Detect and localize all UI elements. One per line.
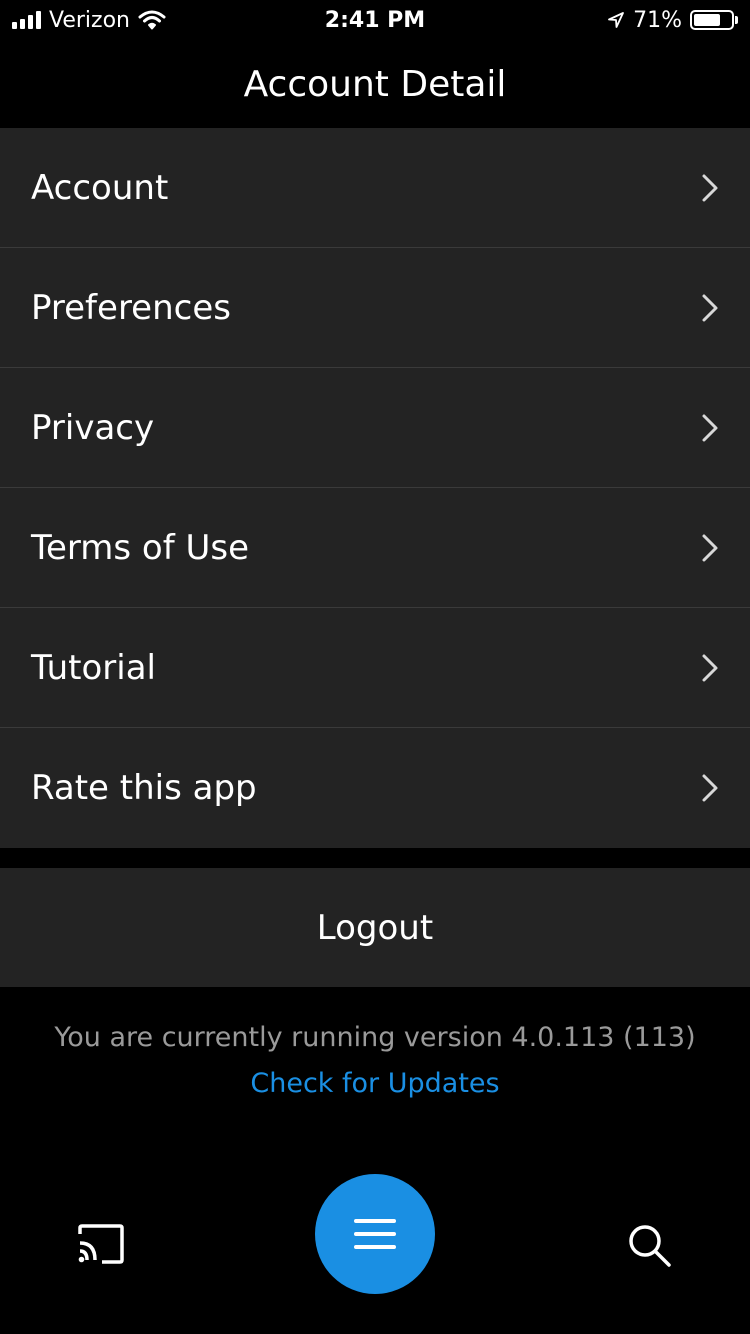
- hamburger-menu-icon: [354, 1219, 396, 1249]
- signal-icon: [12, 11, 41, 29]
- status-right: 71%: [607, 8, 750, 33]
- battery-percent: 71%: [633, 7, 682, 33]
- menu-item-tutorial[interactable]: Tutorial: [0, 608, 750, 728]
- battery-tip: [735, 16, 738, 24]
- menu-item-terms-of-use[interactable]: Terms of Use: [0, 488, 750, 608]
- menu-item-account[interactable]: Account: [0, 128, 750, 248]
- menu-item-label: Privacy: [31, 407, 155, 448]
- status-bar: Verizon 2:41 PM 71%: [0, 0, 750, 40]
- main-menu-button[interactable]: [315, 1174, 435, 1294]
- check-for-updates-link[interactable]: Check for Updates: [0, 1068, 750, 1099]
- wifi-icon: [138, 10, 166, 30]
- chevron-right-icon: [700, 533, 720, 563]
- chevron-right-icon: [700, 293, 720, 323]
- logout-button[interactable]: Logout: [0, 868, 750, 987]
- page-title: Account Detail: [243, 63, 507, 105]
- menu-item-preferences[interactable]: Preferences: [0, 248, 750, 368]
- menu-item-privacy[interactable]: Privacy: [0, 368, 750, 488]
- menu-item-label: Account: [31, 167, 169, 208]
- menu-item-rate-this-app[interactable]: Rate this app: [0, 728, 750, 848]
- menu-item-label: Rate this app: [31, 768, 257, 808]
- chevron-right-icon: [700, 653, 720, 683]
- location-arrow-icon: [608, 12, 624, 28]
- chevron-right-icon: [700, 173, 720, 203]
- menu-item-label: Preferences: [31, 287, 231, 328]
- cast-button[interactable]: [74, 1222, 126, 1266]
- settings-menu: Account Preferences Privacy Terms of Use…: [0, 128, 750, 848]
- chevron-right-icon: [700, 773, 720, 803]
- menu-item-label: Terms of Use: [31, 527, 250, 568]
- cast-icon: [78, 1224, 124, 1264]
- menu-item-label: Tutorial: [31, 647, 156, 688]
- chevron-right-icon: [700, 413, 720, 443]
- search-icon: [629, 1225, 671, 1267]
- carrier-name: Verizon: [49, 7, 130, 33]
- battery-fill: [694, 14, 720, 26]
- version-text: You are currently running version 4.0.11…: [54, 1022, 696, 1053]
- status-left: Verizon: [0, 8, 166, 33]
- search-button[interactable]: [626, 1222, 674, 1270]
- battery-icon: [690, 10, 734, 30]
